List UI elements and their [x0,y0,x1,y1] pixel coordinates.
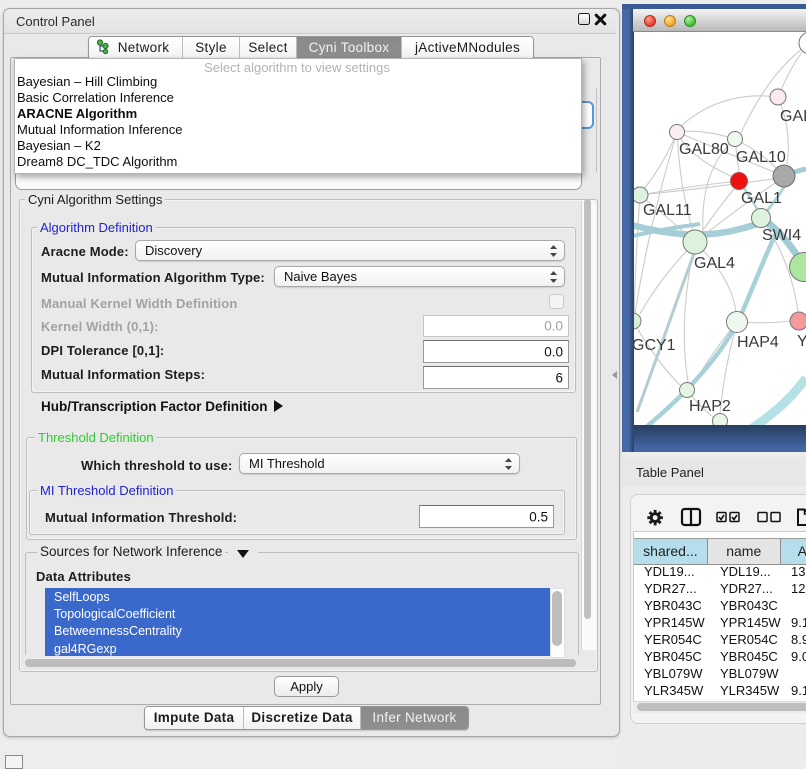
svg-text:GAL11: GAL11 [643,202,692,219]
svg-text:HAP2: HAP2 [689,398,731,415]
svg-text:GAL7: GAL7 [780,108,806,125]
svg-text:GAL1: GAL1 [741,190,782,207]
svg-text:SWI4: SWI4 [762,227,801,244]
svg-text:GAL4: GAL4 [694,255,735,272]
svg-text:YH: YH [797,333,806,350]
svg-text:GAL10: GAL10 [736,149,786,166]
svg-text:GCY1: GCY1 [634,337,676,354]
svg-text:GAL80: GAL80 [679,141,729,158]
svg-text:HAP4: HAP4 [737,334,779,351]
